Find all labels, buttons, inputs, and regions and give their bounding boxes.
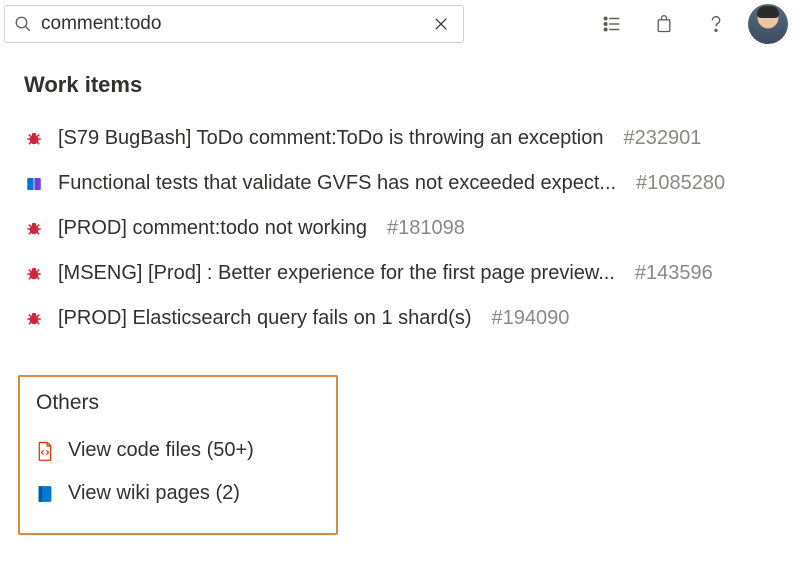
- avatar[interactable]: [748, 4, 788, 44]
- work-item[interactable]: [S79 BugBash] ToDo comment:ToDo is throw…: [24, 116, 774, 161]
- view-code-files-link[interactable]: View code files (50+): [36, 429, 320, 472]
- other-item-label: View code files (50+): [68, 439, 254, 462]
- search-input[interactable]: [33, 13, 427, 35]
- work-item[interactable]: [MSENG] [Prod] : Better experience for t…: [24, 251, 774, 296]
- bug-icon: [24, 219, 44, 239]
- work-item-title: [PROD] Elasticsearch query fails on 1 sh…: [58, 307, 472, 330]
- work-item-title: Functional tests that validate GVFS has …: [58, 172, 616, 195]
- work-item-title: [MSENG] [Prod] : Better experience for t…: [58, 262, 615, 285]
- topbar: [0, 0, 798, 48]
- search-box[interactable]: [4, 5, 464, 43]
- work-item-id: #143596: [635, 262, 713, 285]
- bug-icon: [24, 129, 44, 149]
- work-items-list: [S79 BugBash] ToDo comment:ToDo is throw…: [24, 116, 774, 341]
- help-icon[interactable]: [696, 4, 736, 44]
- work-item-title: [PROD] comment:todo not working: [58, 217, 367, 240]
- work-item[interactable]: [PROD] Elasticsearch query fails on 1 sh…: [24, 296, 774, 341]
- bug-icon: [24, 264, 44, 284]
- work-item-id: #1085280: [636, 172, 725, 195]
- shopping-bag-icon[interactable]: [644, 4, 684, 44]
- work-item-id: #232901: [624, 127, 702, 150]
- other-item-label: View wiki pages (2): [68, 482, 240, 505]
- work-item[interactable]: [PROD] comment:todo not working #181098: [24, 206, 774, 251]
- others-section: Others View code files (50+) View wiki p…: [18, 375, 338, 535]
- work-item-id: #181098: [387, 217, 465, 240]
- search-icon: [13, 14, 33, 34]
- work-item[interactable]: Functional tests that validate GVFS has …: [24, 161, 774, 206]
- work-item-id: #194090: [492, 307, 570, 330]
- work-item-title: [S79 BugBash] ToDo comment:ToDo is throw…: [58, 127, 604, 150]
- wiki-icon: [36, 484, 54, 504]
- view-wiki-pages-link[interactable]: View wiki pages (2): [36, 472, 320, 515]
- search-results: Work items [S79 BugBash] ToDo comment:To…: [0, 48, 798, 535]
- code-file-icon: [36, 441, 54, 461]
- book-icon: [24, 174, 44, 194]
- work-items-heading: Work items: [24, 72, 774, 98]
- list-icon[interactable]: [592, 4, 632, 44]
- bug-icon: [24, 309, 44, 329]
- topbar-actions: [592, 4, 788, 44]
- others-heading: Others: [36, 391, 320, 415]
- clear-search-button[interactable]: [427, 4, 455, 44]
